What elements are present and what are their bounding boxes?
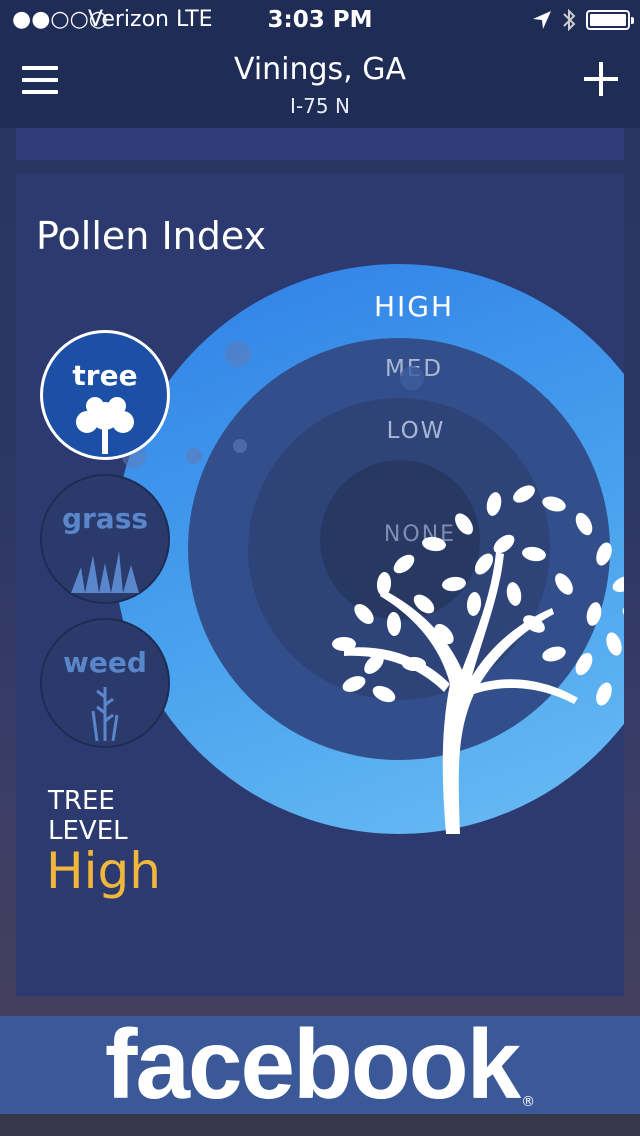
facebook-logo-text: facebook [104, 1009, 521, 1119]
battery-icon [586, 10, 634, 30]
weed-icon [91, 687, 119, 741]
registered-mark: ® [521, 1094, 536, 1110]
pollen-index-title: Pollen Index [36, 214, 267, 258]
tree-level-label-1: TREE [48, 786, 115, 816]
grass-icon [71, 551, 139, 593]
grass-button-label: grass [61, 502, 149, 535]
plus-icon[interactable] [584, 62, 618, 96]
location-subtitle: I-75 N [290, 94, 350, 118]
status-icons [532, 8, 634, 32]
tree-button-label: tree [72, 359, 138, 392]
grass-type-button[interactable]: grass [40, 474, 170, 604]
bluetooth-icon [563, 8, 576, 32]
pollen-gauge: HIGH MED LOW NONE [114, 264, 624, 834]
tree-icon [76, 397, 134, 454]
pollen-index-card: Pollen Index HIGH MED LOW NONE tr [16, 174, 624, 996]
location-title: Vinings, GA [233, 52, 407, 87]
weed-button-label: weed [63, 646, 147, 679]
bottom-edge [0, 1114, 640, 1136]
facebook-banner[interactable]: facebook ® [0, 1015, 640, 1114]
top-bar: ●●○○○ Verizon LTE 3:03 PM Vinings, GA I-… [0, 0, 640, 128]
previous-card-strip [16, 128, 624, 160]
status-bar: ●●○○○ Verizon LTE 3:03 PM [0, 0, 640, 40]
tree-illustration [332, 485, 624, 834]
tree-type-button[interactable]: tree [40, 330, 170, 460]
location-arrow-icon [533, 11, 551, 29]
weed-type-button[interactable]: weed [40, 618, 170, 748]
tree-level-value: High [46, 842, 161, 900]
